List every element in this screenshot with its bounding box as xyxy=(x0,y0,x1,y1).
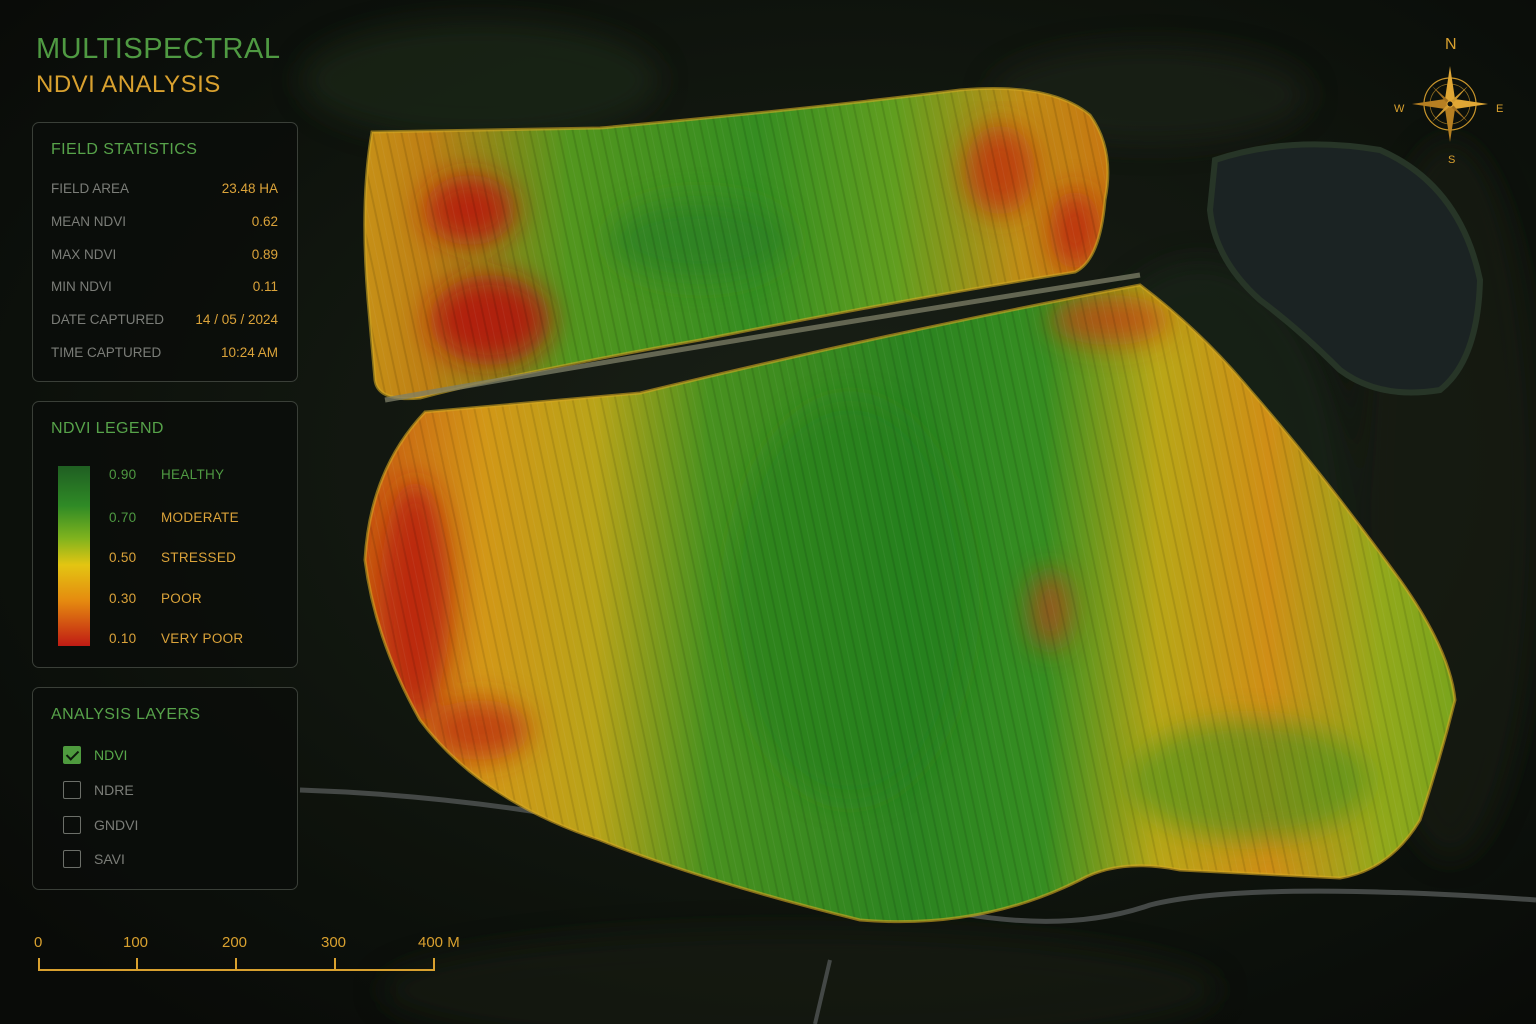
layer-label: SAVI xyxy=(94,851,125,867)
legend-value: 0.70 xyxy=(109,509,137,525)
scale-tick xyxy=(235,958,237,971)
legend-value: 0.90 xyxy=(109,466,137,482)
stat-row-field-area: FIELD AREA 23.48 HA xyxy=(51,178,278,198)
stat-value: 0.11 xyxy=(252,278,278,294)
compass-rose-icon xyxy=(1412,66,1488,142)
stat-label: FIELD AREA xyxy=(51,180,130,196)
legend-label: POOR xyxy=(161,590,202,606)
legend-label: STRESSED xyxy=(161,549,237,565)
layer-toggle-gndvi[interactable]: GNDVI xyxy=(63,814,138,836)
stat-label: MEAN NDVI xyxy=(51,213,127,229)
field-statistics-panel: FIELD STATISTICS FIELD AREA 23.48 HA MEA… xyxy=(32,122,298,382)
scale-tick xyxy=(334,958,336,971)
scale-bar: 0 100 200 300 400 M xyxy=(30,930,480,980)
stat-value: 14 / 05 / 2024 xyxy=(195,311,278,327)
ndvi-legend-panel: NDVI LEGEND 0.90 HEALTHY 0.70 MODERATE 0… xyxy=(32,401,298,668)
layer-toggle-savi[interactable]: SAVI xyxy=(63,848,125,870)
compass-rose: N E S W xyxy=(1390,36,1510,168)
scale-tick xyxy=(433,958,435,971)
layer-checkbox-ndvi[interactable] xyxy=(63,746,81,764)
legend-item-very-poor: 0.10 VERY POOR xyxy=(109,628,243,648)
stat-label: MIN NDVI xyxy=(51,278,112,294)
analysis-layers-panel: ANALYSIS LAYERS NDVI NDRE GNDVI SAVI xyxy=(32,687,298,890)
stat-value: 0.89 xyxy=(251,246,278,262)
scale-label-100: 100 xyxy=(123,934,149,951)
stat-row-time-captured: TIME CAPTURED 10:24 AM xyxy=(51,342,278,362)
layer-toggle-ndvi[interactable]: NDVI xyxy=(63,744,127,766)
legend-item-healthy: 0.90 HEALTHY xyxy=(109,464,224,484)
scale-tick xyxy=(38,958,40,971)
analysis-layers-title: ANALYSIS LAYERS xyxy=(51,706,201,723)
scale-label-0: 0 xyxy=(34,934,43,951)
layer-checkbox-gndvi[interactable] xyxy=(63,816,81,834)
compass-east-label: E xyxy=(1496,103,1504,115)
scale-label-400: 400 M xyxy=(418,934,460,951)
legend-label: HEALTHY xyxy=(161,466,225,482)
title-line-2: NDVI ANALYSIS xyxy=(36,71,221,98)
legend-label: MODERATE xyxy=(161,509,239,525)
stat-label: TIME CAPTURED xyxy=(51,344,162,360)
legend-item-poor: 0.30 POOR xyxy=(109,588,202,608)
stat-row-min-ndvi: MIN NDVI 0.11 xyxy=(51,276,278,296)
layer-label: NDVI xyxy=(94,747,128,763)
legend-value: 0.10 xyxy=(109,630,137,646)
scale-tick xyxy=(136,958,138,971)
layer-toggle-ndre[interactable]: NDRE xyxy=(63,779,134,801)
layer-label: NDRE xyxy=(94,782,134,798)
legend-value: 0.30 xyxy=(109,590,137,606)
layer-checkbox-ndre[interactable] xyxy=(63,781,81,799)
scale-label-300: 300 xyxy=(321,934,347,951)
ndvi-legend-title: NDVI LEGEND xyxy=(51,420,164,437)
stat-value: 23.48 HA xyxy=(221,180,278,196)
compass-north-label: N xyxy=(1445,36,1457,53)
compass-west-label: W xyxy=(1394,103,1405,115)
legend-item-moderate: 0.70 MODERATE xyxy=(109,507,239,527)
layer-checkbox-savi[interactable] xyxy=(63,850,81,868)
legend-label: VERY POOR xyxy=(161,630,244,646)
stat-value: 10:24 AM xyxy=(220,344,278,360)
ndvi-color-ramp xyxy=(58,466,90,646)
title-line-1: MULTISPECTRAL xyxy=(36,33,281,65)
field-statistics-title: FIELD STATISTICS xyxy=(51,141,198,158)
stat-row-max-ndvi: MAX NDVI 0.89 xyxy=(51,244,278,264)
compass-south-label: S xyxy=(1448,154,1456,166)
legend-item-stressed: 0.50 STRESSED xyxy=(109,547,236,567)
scale-label-200: 200 xyxy=(222,934,248,951)
stat-label: MAX NDVI xyxy=(51,246,117,262)
stat-row-mean-ndvi: MEAN NDVI 0.62 xyxy=(51,211,278,231)
layer-label: GNDVI xyxy=(94,817,139,833)
stat-row-date-captured: DATE CAPTURED 14 / 05 / 2024 xyxy=(51,309,278,329)
stat-label: DATE CAPTURED xyxy=(51,311,165,327)
stat-value: 0.62 xyxy=(251,213,278,229)
legend-value: 0.50 xyxy=(109,549,137,565)
